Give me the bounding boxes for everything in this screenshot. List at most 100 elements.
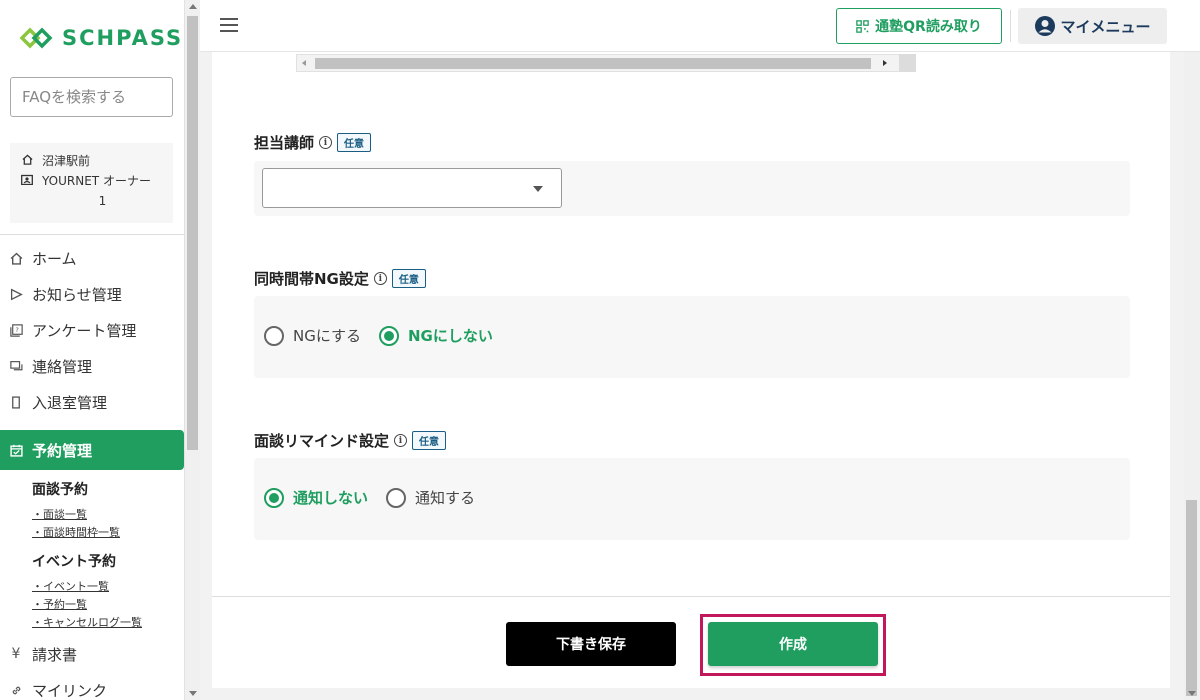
scroll-left-arrow-icon[interactable] xyxy=(302,60,306,66)
qr-scan-button[interactable]: 通塾QR読み取り xyxy=(836,8,1002,44)
qr-code-icon xyxy=(856,19,869,33)
hamburger-menu-icon[interactable] xyxy=(220,18,238,32)
teacher-field-box xyxy=(254,161,1130,216)
sidebar-item-label: 予約管理 xyxy=(32,441,93,460)
radio-circle[interactable] xyxy=(379,325,399,346)
form-footer: 下書き保存 作成 xyxy=(212,596,1170,688)
ng-field-box: NGにする NGにしない xyxy=(254,296,1130,378)
owner-name: YOURNET オーナー xyxy=(42,174,151,188)
interview-list-link[interactable]: ・面談一覧 xyxy=(32,506,184,524)
remind-radio-notify[interactable]: 通知する xyxy=(386,487,475,508)
scroll-up-arrow-icon[interactable] xyxy=(189,4,197,9)
yen-icon: ¥ xyxy=(11,646,21,662)
ng-radio-no-ng[interactable]: NGにしない xyxy=(379,325,493,346)
chevron-down-icon xyxy=(533,186,543,192)
ng-field-label: 同時間帯NG設定 i 任意 xyxy=(254,268,426,289)
event-heading: イベント予約 xyxy=(32,554,116,570)
teacher-select[interactable] xyxy=(262,168,562,208)
optional-badge: 任意 xyxy=(391,269,426,288)
main-scroll-thumb[interactable] xyxy=(1186,500,1197,696)
ng-label-text: 同時間帯NG設定 xyxy=(254,270,369,288)
radio-circle[interactable] xyxy=(386,487,407,508)
main-scrollbar[interactable] xyxy=(1184,52,1200,700)
horizontal-scroll-thumb[interactable] xyxy=(315,58,871,69)
chat-icon xyxy=(8,360,24,373)
sidebar-item-label: お知らせ管理 xyxy=(32,285,122,304)
event-list-link[interactable]: ・イベント一覧 xyxy=(32,578,184,596)
sidebar-item-label: アンケート管理 xyxy=(32,321,137,340)
remind-field-box: 通知しない 通知する xyxy=(254,458,1130,540)
my-menu-label: マイメニュー xyxy=(1060,17,1151,36)
remind-label-text: 面談リマインド設定 xyxy=(254,432,390,450)
faq-search-input[interactable] xyxy=(10,77,173,117)
sidebar-item-label: マイリンク xyxy=(32,681,108,700)
svg-text:?: ? xyxy=(15,326,18,334)
info-icon[interactable]: i xyxy=(373,272,387,285)
interview-slot-list-link[interactable]: ・面談時間枠一覧 xyxy=(32,524,184,542)
form-content: 担当講師 i 任意 同時間帯NG設定 i 任意 NGにする NGにしない 面談リ… xyxy=(212,52,1170,596)
school-name: 沼津駅前 xyxy=(42,154,91,168)
remind-radio-group: 通知しない 通知する xyxy=(264,487,475,508)
sidebar-item-home[interactable]: ホーム xyxy=(0,240,184,276)
school-info: 沼津駅前 YOURNET オーナー 1 xyxy=(10,143,173,223)
my-menu-button[interactable]: マイメニュー xyxy=(1018,8,1167,44)
sidebar-item-reservation[interactable]: 予約管理 xyxy=(0,430,184,470)
user-avatar-icon xyxy=(1035,16,1056,36)
radio-circle[interactable] xyxy=(264,325,284,346)
sidebar-scroll-thumb[interactable] xyxy=(187,16,198,450)
sidebar-scrollbar[interactable] xyxy=(184,0,200,700)
remind-field-label: 面談リマインド設定 i 任意 xyxy=(254,430,447,451)
door-icon xyxy=(8,395,24,409)
save-draft-button[interactable]: 下書き保存 xyxy=(506,622,676,666)
logo-text: SCHPASS xyxy=(62,26,184,50)
remind-option-label: 通知する xyxy=(415,489,476,507)
header-separator xyxy=(1010,10,1011,42)
send-icon xyxy=(8,288,24,301)
ng-radio-group: NGにする NGにしない xyxy=(264,325,493,346)
remind-radio-no-notify[interactable]: 通知しない xyxy=(264,487,368,508)
teacher-field-label: 担当講師 i 任意 xyxy=(254,132,372,153)
scroll-down-arrow-icon[interactable] xyxy=(189,691,197,696)
sidebar-item-survey[interactable]: ? アンケート管理 xyxy=(0,312,184,348)
survey-icon: ? xyxy=(8,323,24,337)
interview-heading: 面談予約 xyxy=(32,482,88,498)
sidebar: SCHPASS 沼津駅前 YOURNET オーナー 1 ホーム xyxy=(0,0,184,700)
sidebar-item-mylink[interactable]: マイリンク xyxy=(0,672,184,700)
qr-scan-label: 通塾QR読み取り xyxy=(875,19,982,35)
sidebar-item-news[interactable]: お知らせ管理 xyxy=(0,276,184,312)
optional-badge: 任意 xyxy=(337,133,372,152)
calendar-check-icon xyxy=(8,444,24,457)
scroll-down-arrow-icon[interactable] xyxy=(1188,691,1196,696)
reservation-submenu: 面談予約 ・面談一覧 ・面談時間枠一覧 イベント予約 ・イベント一覧 ・予約一覧… xyxy=(0,480,184,632)
sidebar-item-label: 入退室管理 xyxy=(32,393,108,412)
ng-option-label: NGにしない xyxy=(408,327,493,345)
booking-list-link[interactable]: ・予約一覧 xyxy=(32,596,184,614)
sidebar-item-attendance[interactable]: 入退室管理 xyxy=(0,384,184,420)
optional-badge: 任意 xyxy=(412,431,447,450)
create-button[interactable]: 作成 xyxy=(708,622,878,666)
cancel-log-link[interactable]: ・キャンセルログ一覧 xyxy=(32,614,184,632)
schpass-logo-icon xyxy=(19,27,53,49)
info-icon[interactable]: i xyxy=(319,136,333,149)
sidebar-item-contact[interactable]: 連絡管理 xyxy=(0,348,184,384)
horizontal-scrollbar[interactable] xyxy=(296,54,916,72)
sidebar-nav: ホーム お知らせ管理 ? アンケート管理 連絡管理 入退室管理 予約管理 面談予… xyxy=(0,240,184,700)
teacher-label-text: 担当講師 xyxy=(254,134,315,152)
home-icon xyxy=(20,154,34,165)
scrollbar-corner xyxy=(899,54,916,72)
home-icon xyxy=(8,252,24,265)
sidebar-item-invoice[interactable]: ¥ 請求書 xyxy=(0,636,184,672)
ng-option-label: NGにする xyxy=(293,327,361,345)
sidebar-divider xyxy=(0,234,184,235)
schpass-logo[interactable]: SCHPASS xyxy=(18,26,183,50)
scroll-right-arrow-icon[interactable] xyxy=(883,60,887,66)
link-icon xyxy=(8,684,24,697)
ng-radio-ng[interactable]: NGにする xyxy=(264,325,361,346)
top-header: 通塾QR読み取り マイメニュー xyxy=(200,0,1200,52)
owner-number: 1 xyxy=(98,194,107,208)
sidebar-item-label: ホーム xyxy=(32,249,77,268)
sidebar-item-label: 請求書 xyxy=(32,645,78,664)
info-icon[interactable]: i xyxy=(394,434,408,447)
badge-icon xyxy=(20,174,34,185)
radio-circle[interactable] xyxy=(264,487,284,508)
